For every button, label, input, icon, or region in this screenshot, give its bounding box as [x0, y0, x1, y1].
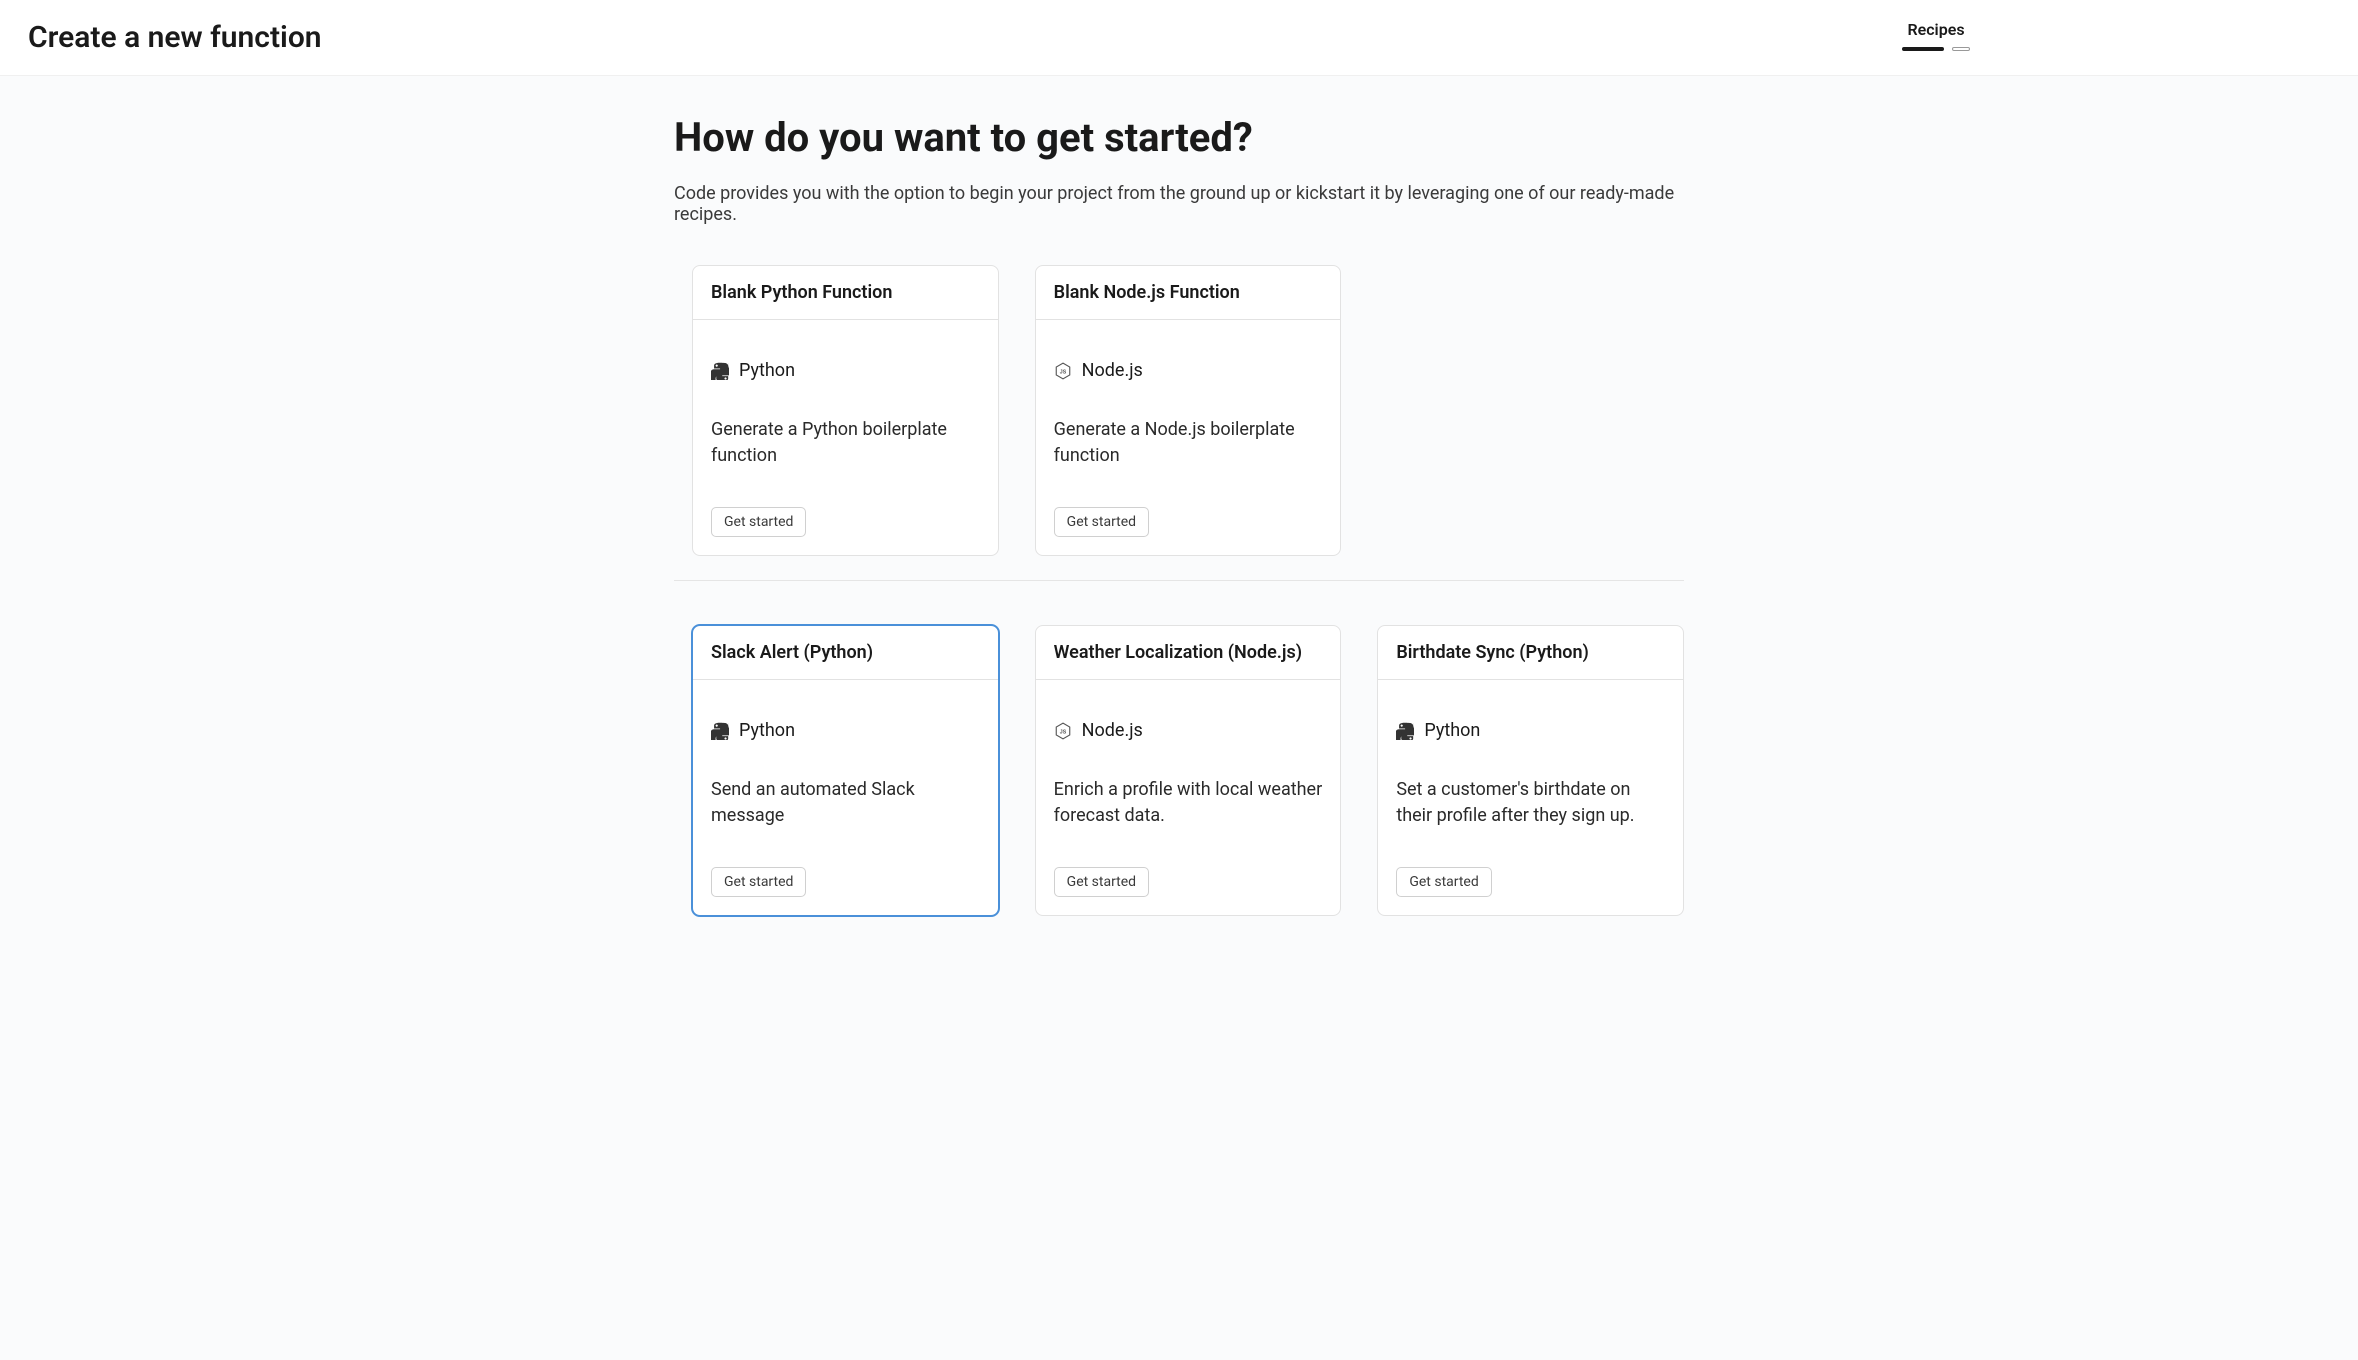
card-title: Weather Localization (Node.js) [1054, 642, 1323, 663]
runtime-label: Python [739, 360, 795, 381]
card-body: Node.js Enrich a profile with local weath… [1036, 680, 1341, 915]
card-body: Python Send an automated Slack message Get… [693, 680, 998, 915]
step-bar-inactive [1952, 47, 1970, 51]
card-description: Generate a Python boilerplate function [711, 417, 980, 469]
runtime-label: Node.js [1082, 720, 1143, 741]
runtime-row: Python [711, 360, 980, 381]
page-header: Create a new function Recipes [0, 0, 2358, 76]
runtime-label: Node.js [1082, 360, 1143, 381]
card-body: Python Generate a Python boilerplate func… [693, 320, 998, 555]
recipe_cards-card[interactable]: Weather Localization (Node.js) Node.js Enr… [1035, 625, 1342, 916]
main-heading: How do you want to get started? [674, 114, 1684, 161]
blank_cards-card[interactable]: Blank Node.js Function Node.js Generate a … [1035, 265, 1342, 556]
card-body: Python Set a customer's birthdate on thei… [1378, 680, 1683, 915]
page-title: Create a new function [28, 20, 322, 55]
get-started-button[interactable]: Get started [1396, 867, 1491, 897]
python-icon [711, 722, 729, 740]
runtime-row: Python [1396, 720, 1665, 741]
python-icon [711, 362, 729, 380]
runtime-row: Node.js [1054, 360, 1323, 381]
recipe_cards-card[interactable]: Birthdate Sync (Python) Python Set a custo… [1377, 625, 1684, 916]
step-label: Recipes [1907, 20, 1964, 39]
nodejs-icon [1054, 362, 1072, 380]
nodejs-icon [1054, 722, 1072, 740]
get-started-button[interactable]: Get started [1054, 507, 1149, 537]
get-started-button[interactable]: Get started [711, 867, 806, 897]
runtime-label: Python [1424, 720, 1480, 741]
card-header: Weather Localization (Node.js) [1036, 626, 1341, 680]
step-indicator: Recipes [1902, 20, 2330, 51]
runtime-label: Python [739, 720, 795, 741]
blank-cards-grid: Blank Python Function Python Generate a Py… [674, 265, 1684, 556]
python-icon [1396, 722, 1414, 740]
section-divider [674, 580, 1684, 581]
runtime-row: Node.js [1054, 720, 1323, 741]
card-header: Slack Alert (Python) [693, 626, 998, 680]
card-description: Set a customer's birthdate on their prof… [1396, 777, 1665, 829]
card-header: Blank Node.js Function [1036, 266, 1341, 320]
card-description: Send an automated Slack message [711, 777, 980, 829]
card-title: Slack Alert (Python) [711, 642, 980, 663]
get-started-button[interactable]: Get started [1054, 867, 1149, 897]
blank_cards-card[interactable]: Blank Python Function Python Generate a Py… [692, 265, 999, 556]
recipe_cards-card[interactable]: Slack Alert (Python) Python Send an automa… [692, 625, 999, 916]
step-bar-active [1902, 47, 1944, 51]
main-subtitle: Code provides you with the option to beg… [674, 183, 1684, 225]
card-header: Blank Python Function [693, 266, 998, 320]
main-content: How do you want to get started? Code pro… [654, 76, 1704, 954]
runtime-row: Python [711, 720, 980, 741]
card-body: Node.js Generate a Node.js boilerplate fu… [1036, 320, 1341, 555]
card-title: Blank Node.js Function [1054, 282, 1323, 303]
step-progress-bars [1902, 47, 1970, 51]
card-description: Enrich a profile with local weather fore… [1054, 777, 1323, 829]
card-description: Generate a Node.js boilerplate function [1054, 417, 1323, 469]
recipe-cards-grid: Slack Alert (Python) Python Send an automa… [674, 625, 1684, 916]
card-header: Birthdate Sync (Python) [1378, 626, 1683, 680]
card-title: Blank Python Function [711, 282, 980, 303]
get-started-button[interactable]: Get started [711, 507, 806, 537]
card-title: Birthdate Sync (Python) [1396, 642, 1665, 663]
